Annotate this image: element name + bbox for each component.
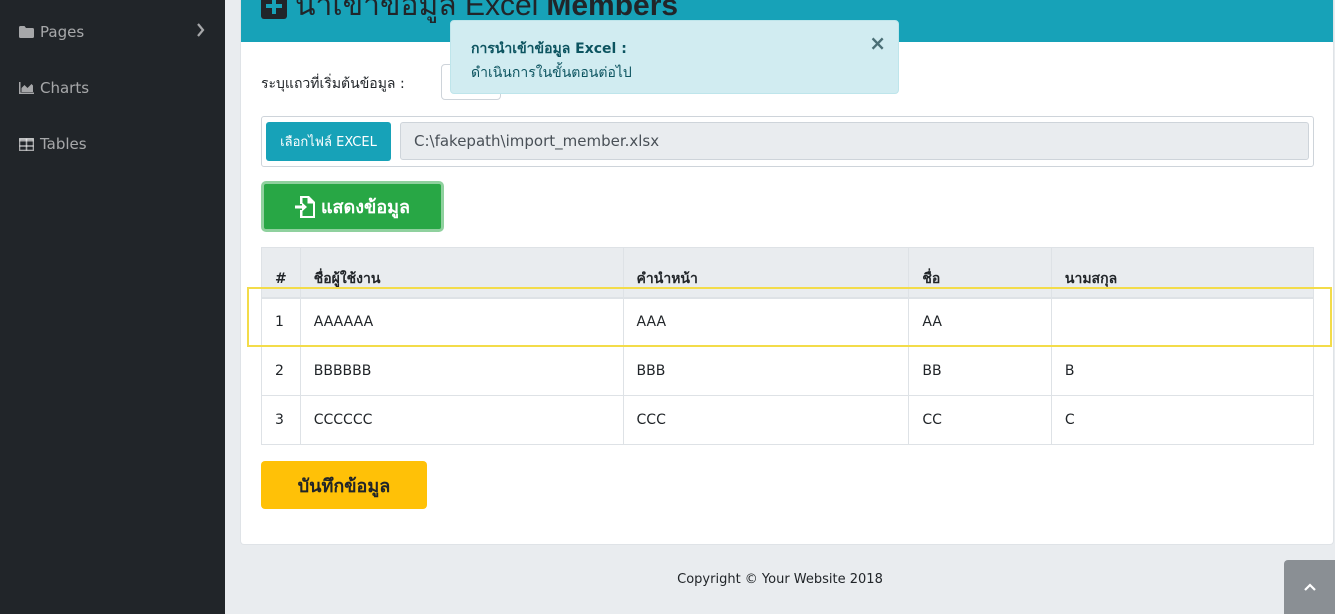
alert-text: ดำเนินการในขั้นตอนต่อไป <box>471 65 632 81</box>
column-header: ชื่อ <box>908 247 1052 299</box>
chevron-right-icon <box>196 23 205 41</box>
table-cell: BBBBBB <box>299 346 624 396</box>
sidebar-item-label: Tables <box>40 135 87 153</box>
sidebar-item-label: Pages <box>40 23 85 41</box>
sidebar-item-tables[interactable]: Tables <box>0 124 225 164</box>
table-cell: 2 <box>261 346 301 396</box>
file-input-group: เลือกไฟล์ EXCEL C:\fakepath\import_membe… <box>261 116 1314 167</box>
table-row: 1 AAAAAA AAA AA <box>261 297 1315 347</box>
table-cell: CC <box>908 395 1052 445</box>
info-alert: การนำเข้าข้อมูล Excel : ดำเนินการในขั้นต… <box>450 20 899 94</box>
table-cell: AA <box>908 297 1052 347</box>
table-cell: B <box>1050 346 1315 396</box>
footer-copyright: Copyright © Your Website 2018 <box>677 572 883 587</box>
table-cell: AAA <box>622 297 910 347</box>
close-icon[interactable]: × <box>869 31 886 55</box>
main-content: นำเข้าข้อมูล Excel Members ระบุแถวที่เริ… <box>225 0 1335 614</box>
table-cell: C <box>1050 395 1315 445</box>
column-header: ชื่อผู้ใช้งาน <box>299 247 624 299</box>
sidebar-item-label: Charts <box>40 79 90 97</box>
sidebar: Pages Charts Tables <box>0 0 225 614</box>
chevron-up-icon <box>1303 579 1316 595</box>
table-cell: 1 <box>261 297 301 347</box>
folder-icon <box>18 25 34 39</box>
column-header: คำนำหน้า <box>622 247 910 299</box>
start-row-label: ระบุแถวที่เริ่มต้นข้อมูล : <box>261 76 405 92</box>
table-cell: 3 <box>261 395 301 445</box>
table-icon <box>18 137 34 151</box>
table-cell: BB <box>908 346 1052 396</box>
sidebar-item-charts[interactable]: Charts <box>0 68 225 108</box>
file-path-field[interactable]: C:\fakepath\import_member.xlsx <box>400 122 1309 160</box>
save-data-button[interactable]: บันทึกข้อมูล <box>261 461 427 509</box>
area-chart-icon <box>18 81 34 95</box>
choose-file-button[interactable]: เลือกไฟล์ EXCEL <box>266 122 391 161</box>
table-cell: CCCCCC <box>299 395 624 445</box>
show-data-label: แสดงข้อมูล <box>320 197 411 218</box>
table-header-row: # ชื่อผู้ใช้งาน คำนำหน้า ชื่อ นามสกุล <box>261 247 1315 299</box>
plus-square-icon <box>261 0 287 19</box>
file-import-icon <box>294 195 315 218</box>
scroll-to-top-button[interactable] <box>1284 560 1335 614</box>
alert-title: การนำเข้าข้อมูล Excel : <box>471 41 627 57</box>
table-cell: AAAAAA <box>299 297 624 347</box>
table-cell: CCC <box>622 395 910 445</box>
column-header: # <box>261 247 301 299</box>
column-header: นามสกุล <box>1050 247 1315 299</box>
table-row: 3 CCCCCC CCC CC C <box>261 395 1315 445</box>
show-data-button[interactable]: แสดงข้อมูล <box>261 181 444 232</box>
sidebar-item-pages[interactable]: Pages <box>0 12 225 52</box>
table-cell: BBB <box>622 346 910 396</box>
table-row: 2 BBBBBB BBB BB B <box>261 346 1315 396</box>
table-cell <box>1050 297 1315 347</box>
members-table: # ชื่อผู้ใช้งาน คำนำหน้า ชื่อ นามสกุล 1 … <box>261 247 1315 445</box>
